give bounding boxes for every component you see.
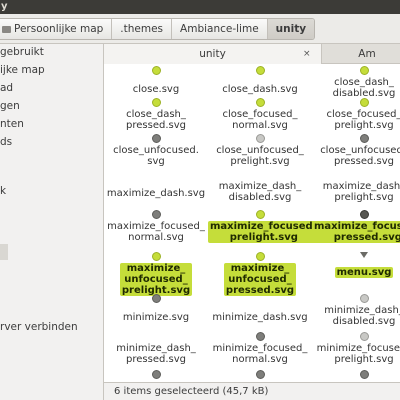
places-sidebar: gebruikt ijke map ad gen nten ds k rver … [0, 44, 104, 400]
breadcrumb-unity[interactable]: unity [266, 19, 315, 39]
sidebar-item-documents[interactable]: nten [0, 117, 24, 131]
svg-file-icon [255, 210, 265, 219]
file-name: maximize_focused_ normal.svg [107, 221, 205, 243]
svg-file-icon [255, 98, 265, 107]
svg-file-icon [151, 66, 161, 75]
file-name: maximize_focused_ prelight.svg [208, 221, 320, 243]
window-title: y [0, 0, 400, 14]
file-item[interactable]: minimize_dash_ disabled.svg [312, 294, 400, 328]
file-item[interactable]: maximize_focused_ normal.svg [104, 210, 208, 244]
svg-file-icon [359, 134, 369, 143]
svg-file-icon [255, 332, 265, 341]
svg-file-icon [359, 210, 369, 219]
file-name: close_unfocused. svg [113, 145, 199, 167]
home-folder-icon [2, 26, 11, 33]
file-name: maximize_ unfocused_ prelight.svg [119, 263, 193, 296]
svg-file-icon [359, 370, 369, 379]
breadcrumb-home-label: Persoonlijke map [14, 23, 104, 35]
file-item[interactable]: close_unfocused. svg [104, 134, 208, 168]
file-item[interactable]: maximize_ unfocused_ pressed.svg [208, 252, 312, 297]
tab-bar: unity × Am [104, 44, 400, 64]
file-item[interactable]: close_dash.svg [208, 66, 312, 96]
file-name: close_dash_ pressed.svg [126, 109, 186, 131]
file-item[interactable]: minimize_dash_ pressed.svg [104, 332, 208, 366]
tab-ambiance[interactable]: Am [322, 44, 400, 64]
file-item[interactable]: maximize_dash_ prelight.svg [312, 170, 400, 204]
sidebar-item-home[interactable]: ijke map [0, 63, 45, 77]
file-item[interactable]: minimize_focused_ normal.svg [208, 332, 312, 366]
sidebar-item-downloads[interactable]: gen [0, 99, 20, 113]
file-item[interactable]: menu.svg [312, 252, 400, 279]
file-name: close_dash_ disabled.svg [332, 77, 396, 99]
sidebar-item-connect-server[interactable]: rver verbinden [0, 320, 78, 334]
file-item[interactable]: close_dash_ pressed.svg [104, 98, 208, 132]
file-name: maximize_focused_ pressed.svg [312, 221, 400, 243]
file-item[interactable]: minimize.svg [104, 294, 208, 324]
svg-file-icon [359, 98, 369, 107]
svg-file-icon [151, 252, 161, 261]
file-name: maximize_dash.svg [106, 188, 206, 199]
file-item[interactable] [104, 370, 208, 382]
tab-unity-label: unity [199, 48, 226, 60]
sidebar-item-desktop[interactable]: ad [0, 81, 13, 95]
file-name: menu.svg [334, 267, 394, 278]
close-tab-icon[interactable]: × [303, 44, 311, 64]
file-name: close_dash.svg [222, 84, 298, 95]
svg-file-icon [359, 332, 369, 341]
svg-file-icon [255, 66, 265, 75]
file-item[interactable]: maximize_focused_ pressed.svg [312, 210, 400, 244]
file-name: minimize_focused_ prelight.svg [316, 343, 400, 365]
file-item[interactable]: close_focused_ prelight.svg [312, 98, 400, 132]
sidebar-item-records[interactable]: ds [0, 135, 12, 149]
svg-file-icon [151, 98, 161, 107]
file-grid: close.svg close_dash.svg close_dash_ disab… [104, 64, 400, 382]
file-name: close_focused_ prelight.svg [326, 109, 400, 131]
svg-file-icon [255, 252, 265, 261]
file-item[interactable]: maximize_dash.svg [104, 170, 208, 200]
file-item[interactable] [208, 370, 312, 382]
svg-file-icon [151, 134, 161, 143]
svg-file-icon [359, 66, 369, 75]
file-name: minimize.svg [122, 312, 190, 323]
breadcrumb-themes[interactable]: .themes [111, 19, 172, 39]
file-name: maximize_dash_ disabled.svg [218, 181, 302, 203]
file-name: close_focused_ normal.svg [222, 109, 298, 131]
svg-file-icon [359, 294, 369, 303]
file-name: maximize_dash_ prelight.svg [322, 181, 400, 203]
breadcrumb-home[interactable]: Persoonlijke map [0, 19, 112, 39]
location-toolbar: Persoonlijke map .themes Ambiance-lime u… [0, 14, 400, 44]
file-item[interactable]: maximize_dash_ disabled.svg [208, 170, 312, 204]
svg-file-icon [360, 252, 368, 258]
sidebar-item-network[interactable]: k [0, 184, 6, 198]
file-name: minimize_dash.svg [212, 312, 308, 323]
sidebar-selected-marker [0, 244, 8, 260]
file-item[interactable]: minimize_dash.svg [208, 294, 312, 324]
file-item[interactable]: close_dash_ disabled.svg [312, 66, 400, 100]
breadcrumb-ambiance-lime[interactable]: Ambiance-lime [171, 19, 267, 39]
svg-file-icon [255, 134, 265, 143]
breadcrumb: Persoonlijke map .themes Ambiance-lime u… [0, 18, 316, 40]
file-name: maximize_ unfocused_ pressed.svg [223, 263, 297, 296]
status-bar: 6 items geselecteerd (45,7 kB) [104, 382, 400, 400]
file-item[interactable]: maximize_ unfocused_ prelight.svg [104, 252, 208, 297]
file-item[interactable]: close_unfocused_ pressed.svg [312, 134, 400, 168]
tab-unity[interactable]: unity [104, 44, 322, 64]
file-item[interactable]: minimize_focused_ prelight.svg [312, 332, 400, 366]
svg-file-icon [151, 294, 161, 303]
file-name: close.svg [132, 84, 180, 95]
file-name: close_unfocused_ prelight.svg [216, 145, 304, 167]
file-item[interactable]: close.svg [104, 66, 208, 96]
svg-file-icon [255, 370, 265, 379]
svg-file-icon [151, 210, 161, 219]
file-name: minimize_dash_ disabled.svg [324, 305, 400, 327]
file-name: close_unfocused_ pressed.svg [320, 145, 400, 167]
svg-file-icon [151, 370, 161, 379]
file-item[interactable]: close_unfocused_ prelight.svg [208, 134, 312, 168]
sidebar-item-recent[interactable]: gebruikt [0, 45, 44, 59]
file-name: minimize_dash_ pressed.svg [116, 343, 196, 365]
file-name: minimize_focused_ normal.svg [212, 343, 308, 365]
file-item[interactable]: close_focused_ normal.svg [208, 98, 312, 132]
file-item[interactable]: maximize_focused_ prelight.svg [208, 210, 320, 244]
file-item[interactable] [312, 370, 400, 382]
